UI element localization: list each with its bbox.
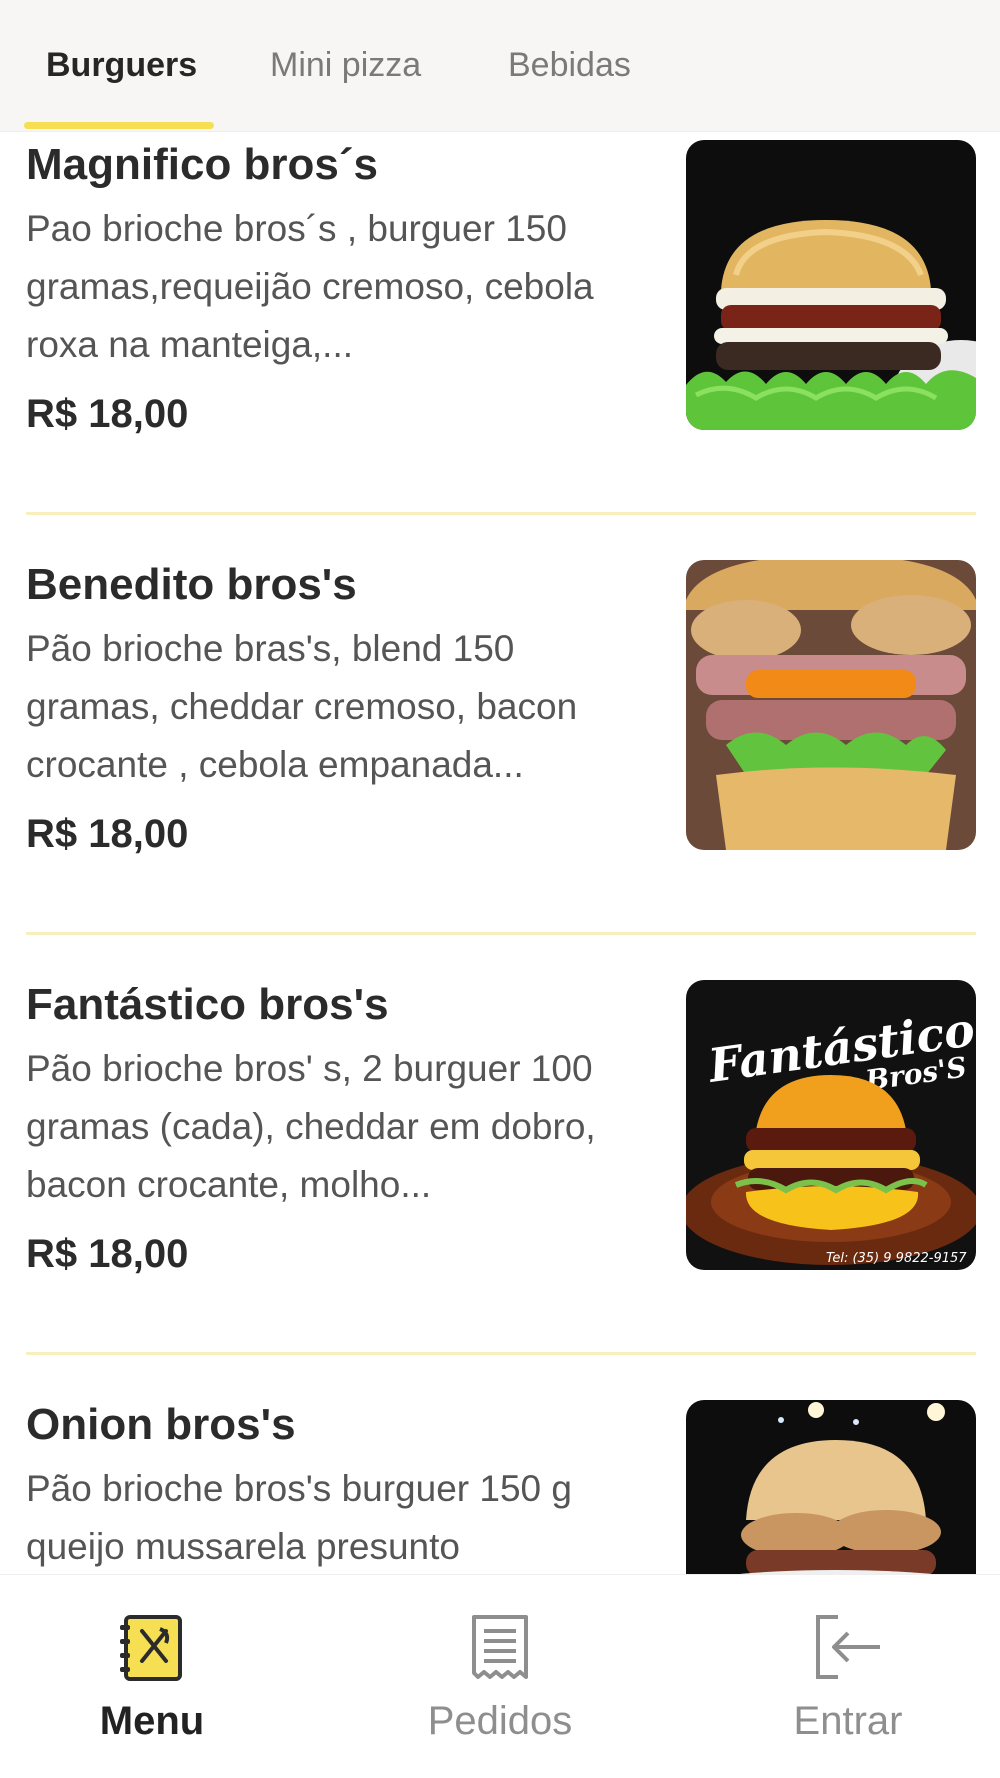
product-price: R$ 18,00 [26, 1232, 189, 1276]
receipt-icon [464, 1611, 536, 1683]
product-name: Magnifico bros´s [26, 140, 379, 189]
product-item-magnifico[interactable]: Magnifico bros´s Pao brioche bros´s , bu… [0, 132, 1000, 540]
product-description: Pão brioche bros' s, 2 burguer 100 grama… [26, 1048, 596, 1205]
burger-photo-icon [686, 560, 976, 850]
product-list[interactable]: Magnifico bros´s Pao brioche bros´s , bu… [0, 132, 1000, 1574]
product-description: Pão brioche bras's, blend 150 gramas, ch… [26, 628, 578, 785]
nav-pedidos-label: Pedidos [427, 1699, 573, 1743]
product-price: R$ 18,00 [26, 812, 189, 856]
nav-menu-label: Menu [99, 1699, 205, 1743]
product-image[interactable] [686, 1400, 976, 1574]
bottom-navigation: Menu Pedidos Entrar [0, 1574, 1000, 1778]
nav-entrar-label: Entrar [793, 1699, 903, 1743]
category-tabs: Burguers Mini pizza Bebidas [0, 0, 1000, 132]
product-price: R$ 18,00 [26, 392, 189, 436]
nav-entrar[interactable]: Entrar [748, 1611, 948, 1744]
item-divider [26, 1352, 976, 1355]
burger-photo-icon [686, 140, 976, 430]
product-description: Pao brioche bros´s , burguer 150 gramas,… [26, 208, 594, 365]
product-name: Onion bros's [26, 1400, 296, 1449]
tab-bebidas[interactable]: Bebidas [508, 40, 631, 90]
product-image[interactable] [686, 140, 976, 430]
tab-mini-pizza[interactable]: Mini pizza [270, 40, 421, 90]
menu-book-icon [116, 1611, 188, 1683]
active-tab-indicator [24, 122, 214, 129]
product-name: Fantástico bros's [26, 980, 389, 1029]
item-divider [26, 512, 976, 515]
product-item-onion[interactable]: Onion bros's Pão brioche bros's burguer … [0, 1380, 1000, 1574]
nav-menu[interactable]: Menu [52, 1611, 252, 1744]
product-image[interactable]: Fantástico Bros'S Tel: (35) 9 9822-9157 [686, 980, 976, 1270]
product-image[interactable] [686, 560, 976, 850]
product-name: Benedito bros's [26, 560, 357, 609]
poster-phone-text: Tel: (35) 9 9822-9157 [826, 1251, 967, 1266]
product-item-benedito[interactable]: Benedito bros's Pão brioche bras's, blen… [0, 540, 1000, 960]
login-icon [812, 1611, 884, 1683]
product-description: Pão brioche bros's burguer 150 g queijo … [26, 1468, 572, 1567]
burger-poster-icon: Fantástico Bros'S Tel: (35) 9 9822-9157 [686, 980, 976, 1270]
burger-photo-icon [686, 1400, 976, 1574]
product-item-fantastico[interactable]: Fantástico bros's Pão brioche bros' s, 2… [0, 960, 1000, 1380]
item-divider [26, 932, 976, 935]
nav-pedidos[interactable]: Pedidos [400, 1611, 600, 1744]
tab-burguers[interactable]: Burguers [46, 40, 197, 90]
